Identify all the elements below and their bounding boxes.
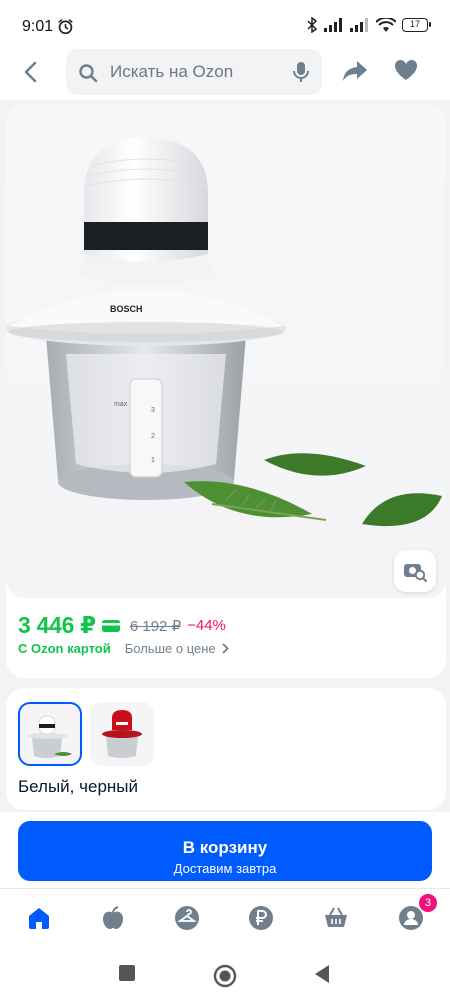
variant-thumbnail bbox=[102, 710, 142, 758]
recent-apps-icon[interactable] bbox=[118, 964, 136, 982]
price-current: 3 446 ₽ bbox=[18, 612, 96, 638]
price-old: 6 192 ₽ bbox=[129, 617, 182, 635]
share-icon[interactable] bbox=[342, 59, 368, 83]
hanger-icon[interactable] bbox=[174, 905, 200, 931]
delivery-label: Доставим завтра bbox=[173, 860, 277, 876]
back-triangle-icon[interactable] bbox=[313, 964, 331, 984]
bluetooth-icon bbox=[307, 17, 318, 33]
back-arrow-icon[interactable] bbox=[18, 59, 44, 85]
status-time: 9:01 bbox=[22, 18, 54, 35]
system-nav-bar bbox=[0, 952, 450, 1000]
search-placeholder: Искать на Ozon bbox=[110, 62, 234, 81]
variant-thumbnail bbox=[27, 715, 72, 758]
ruble-icon[interactable] bbox=[248, 905, 274, 931]
camera-search-icon bbox=[404, 564, 427, 582]
battery-icon: 17 bbox=[402, 18, 431, 32]
image-marking-3: 3 bbox=[151, 407, 155, 414]
variant-white-black[interactable] bbox=[18, 702, 82, 766]
search-icon bbox=[79, 64, 98, 83]
wifi-icon bbox=[376, 17, 396, 32]
ozon-card-label: С Ozon картой bbox=[18, 641, 111, 656]
signal-icon bbox=[350, 18, 368, 32]
alarm-icon bbox=[58, 19, 73, 35]
ozon-card-icon bbox=[101, 619, 120, 632]
basket-icon[interactable] bbox=[323, 905, 349, 931]
heart-icon[interactable] bbox=[394, 59, 418, 81]
add-to-cart-label: В корзину bbox=[182, 837, 268, 857]
image-marking-1: 1 bbox=[151, 457, 155, 464]
selected-variant-label: Белый, черный bbox=[18, 777, 138, 796]
price-details-link[interactable]: С Ozon картой Больше о цене bbox=[18, 641, 229, 656]
product-card: max 3 2 1 BOSCH 3 446 ₽ 6 192 ₽ −44% С O… bbox=[6, 104, 446, 678]
chevron-right-icon bbox=[222, 643, 229, 654]
search-input[interactable]: Искать на Ozon bbox=[66, 49, 322, 95]
profile-icon[interactable] bbox=[398, 905, 424, 931]
microphone-icon[interactable] bbox=[292, 61, 310, 83]
photo-search-button[interactable] bbox=[394, 550, 436, 592]
price-row[interactable]: 3 446 ₽ 6 192 ₽ −44% bbox=[18, 612, 226, 639]
home-icon[interactable] bbox=[26, 905, 52, 931]
product-image-gallery[interactable]: max 3 2 1 BOSCH bbox=[6, 104, 446, 598]
discount-badge: −44% bbox=[187, 617, 226, 634]
status-icons: 17 bbox=[306, 17, 431, 33]
cart-bar: В корзину Доставим завтра bbox=[0, 812, 450, 888]
variant-red[interactable] bbox=[90, 702, 154, 766]
bottom-nav bbox=[0, 888, 450, 952]
add-to-cart-button[interactable]: В корзину Доставим завтра bbox=[18, 821, 432, 881]
profile-badge: 3 bbox=[419, 894, 437, 912]
product-image: max 3 2 1 BOSCH bbox=[6, 138, 442, 527]
home-circle-icon[interactable] bbox=[213, 964, 237, 988]
image-marking-2: 2 bbox=[151, 433, 155, 440]
image-marking-max: max bbox=[114, 401, 128, 408]
variants-card: Белый, черный bbox=[6, 688, 446, 810]
signal-icon bbox=[324, 18, 342, 32]
image-brand-label: BOSCH bbox=[110, 304, 143, 314]
fresh-apple-icon[interactable] bbox=[100, 905, 126, 931]
price-more-label: Больше о цене bbox=[124, 641, 216, 656]
search-header: Искать на Ozon bbox=[0, 45, 450, 100]
